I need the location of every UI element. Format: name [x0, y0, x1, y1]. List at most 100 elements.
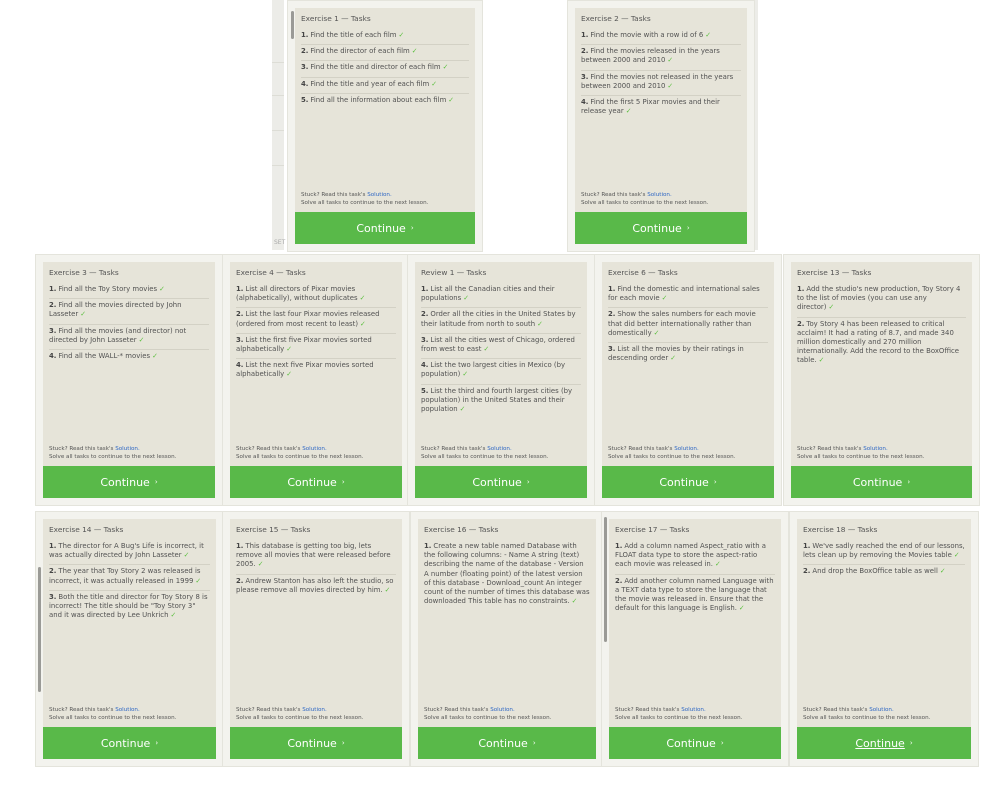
checkmark-icon: ✓ [667, 56, 674, 65]
task-item: 2. Find all the movies directed by John L… [49, 299, 209, 325]
task-card: Exercise 1 — Tasks 1. Find the title of ea… [287, 0, 483, 252]
solve-note: Solve all tasks to continue to the next … [615, 715, 743, 721]
stuck-note: Stuck? Read this task's Solution. Solve a… [424, 706, 590, 722]
task-panel: Exercise 1 — Tasks 1. Find the title of ea… [295, 8, 475, 213]
continue-label: Continue [100, 736, 151, 750]
solve-note: Solve all tasks to continue to the next … [797, 454, 925, 460]
solution-link[interactable]: Solution. [115, 707, 140, 713]
continue-button[interactable]: Continue › [791, 466, 972, 498]
task-number: 1. [49, 542, 57, 550]
solution-link[interactable]: Solution. [490, 707, 515, 713]
task-item: 4. List the next five Pixar movies sorted… [236, 359, 396, 383]
task-item: 2. Toy Story 4 has been released to criti… [797, 318, 966, 370]
solution-link[interactable]: Solution. [367, 192, 392, 198]
task-list: 1. Find all the Toy Story movies ✓ 2. Find a… [49, 283, 209, 365]
chevron-right-icon: › [532, 739, 536, 747]
stuck-note: Stuck? Read this task's Solution. Solve a… [236, 445, 396, 461]
checkmark-icon: ✓ [670, 354, 676, 363]
task-number: 4. [421, 361, 429, 370]
chevron-right-icon: › [526, 478, 530, 486]
solution-link[interactable]: Solution. [487, 446, 512, 452]
continue-button[interactable]: Continue › [230, 466, 402, 498]
stuck-note: Stuck? Read this task's Solution. Solve a… [421, 445, 581, 461]
continue-label: Continue [100, 475, 150, 489]
task-number: 1. [803, 542, 811, 550]
task-number: 3. [236, 335, 244, 344]
task-text: List the last four Pixar movies released… [236, 310, 380, 328]
continue-button[interactable]: Continue › [797, 727, 971, 759]
continue-button[interactable]: Continue › [295, 212, 475, 244]
task-item: 1. List all the Canadian cities and their… [421, 283, 581, 309]
stuck-text: Stuck? Read this task's [803, 707, 868, 713]
task-item: 4. Find the first 5 Pixar movies and thei… [581, 96, 741, 120]
solution-link[interactable]: Solution. [302, 446, 327, 452]
task-item: 1. Create a new table named Database with… [424, 540, 590, 610]
task-text: Find all the WALL-* movies [58, 352, 151, 361]
checkmark-icon: ✓ [483, 345, 490, 354]
task-text: We've sadly reached the end of our lesso… [803, 542, 965, 560]
task-item: 5. List the third and fourth largest citi… [421, 385, 581, 419]
checkmark-icon: ✓ [571, 597, 578, 606]
continue-button[interactable]: Continue › [602, 466, 774, 498]
solution-link[interactable]: Solution. [869, 707, 894, 713]
stuck-note: Stuck? Read this task's Solution. Solve a… [301, 191, 469, 207]
task-item: 3. Find all the movies (and director) not… [49, 325, 209, 351]
task-item: 1. Find all the Toy Story movies ✓ [49, 283, 209, 300]
solve-note: Solve all tasks to continue to the next … [236, 454, 364, 460]
solution-link[interactable]: Solution. [863, 446, 888, 452]
scrollbar[interactable] [38, 567, 41, 692]
checkmark-icon: ✓ [360, 319, 366, 328]
continue-button[interactable]: Continue › [575, 212, 747, 244]
solution-link[interactable]: Solution. [115, 446, 140, 452]
checkmark-icon: ✓ [411, 47, 418, 56]
stuck-text: Stuck? Read this task's [424, 707, 489, 713]
continue-button[interactable]: Continue › [418, 727, 596, 759]
card-title: Exercise 4 — Tasks [236, 268, 306, 277]
chevron-right-icon: › [909, 739, 913, 747]
task-panel: Exercise 6 — Tasks 1. Find the domestic an… [602, 262, 774, 467]
task-number: 1. [421, 285, 429, 293]
continue-label: Continue [472, 475, 522, 489]
task-card: Exercise 17 — Tasks 1. Add a column named … [601, 511, 789, 767]
set-label: SET [274, 239, 286, 246]
checkmark-icon: ✓ [828, 303, 835, 312]
scrollbar[interactable] [604, 517, 607, 642]
task-number: 3. [581, 72, 589, 81]
task-number: 2. [615, 576, 623, 585]
solution-link[interactable]: Solution. [681, 707, 706, 713]
stuck-text: Stuck? Read this task's [49, 707, 114, 713]
divider [272, 130, 284, 131]
continue-button[interactable]: Continue › [609, 727, 781, 759]
task-list: 1. Find the domestic and international sa… [608, 283, 768, 367]
continue-button[interactable]: Continue › [230, 727, 402, 759]
task-number: 2. [301, 47, 309, 56]
task-item: 3. Find the title and director of each fi… [301, 61, 469, 78]
task-number: 3. [608, 345, 616, 354]
solution-link[interactable]: Solution. [647, 192, 672, 198]
checkmark-icon: ✓ [80, 310, 87, 319]
card-title: Exercise 16 — Tasks [424, 525, 499, 534]
checkmark-icon: ✓ [431, 79, 437, 88]
task-item: 1. Find the title of each film ✓ [301, 29, 469, 46]
checkmark-icon: ✓ [286, 345, 293, 354]
chevron-right-icon: › [341, 478, 345, 486]
continue-button[interactable]: Continue › [43, 727, 216, 759]
solution-link[interactable]: Solution. [674, 446, 699, 452]
task-number: 2. [803, 567, 811, 576]
task-text: The year that Toy Story 2 was released i… [49, 567, 201, 585]
continue-button[interactable]: Continue › [43, 466, 215, 498]
task-card: Exercise 18 — Tasks 1. We've sadly reached… [789, 511, 979, 767]
task-text: And drop the BoxOffice table as well [812, 567, 938, 576]
solution-link[interactable]: Solution. [302, 707, 327, 713]
stuck-text: Stuck? Read this task's [421, 446, 486, 452]
task-item: 3. List all the movies by their ratings i… [608, 343, 768, 367]
stuck-text: Stuck? Read this task's [236, 446, 301, 452]
task-item: 1. List all directors of Pixar movies (al… [236, 283, 396, 309]
task-text: Both the title and director for Toy Stor… [49, 592, 208, 620]
task-list: 1. Find the title of each film ✓ 2. Find the… [301, 29, 469, 109]
task-item: 1. Add a column named Aspect_ratio with a… [615, 540, 775, 575]
scrollbar[interactable] [291, 11, 294, 39]
continue-button[interactable]: Continue › [415, 466, 587, 498]
stuck-text: Stuck? Read this task's [49, 446, 114, 452]
checkmark-icon: ✓ [667, 81, 674, 90]
